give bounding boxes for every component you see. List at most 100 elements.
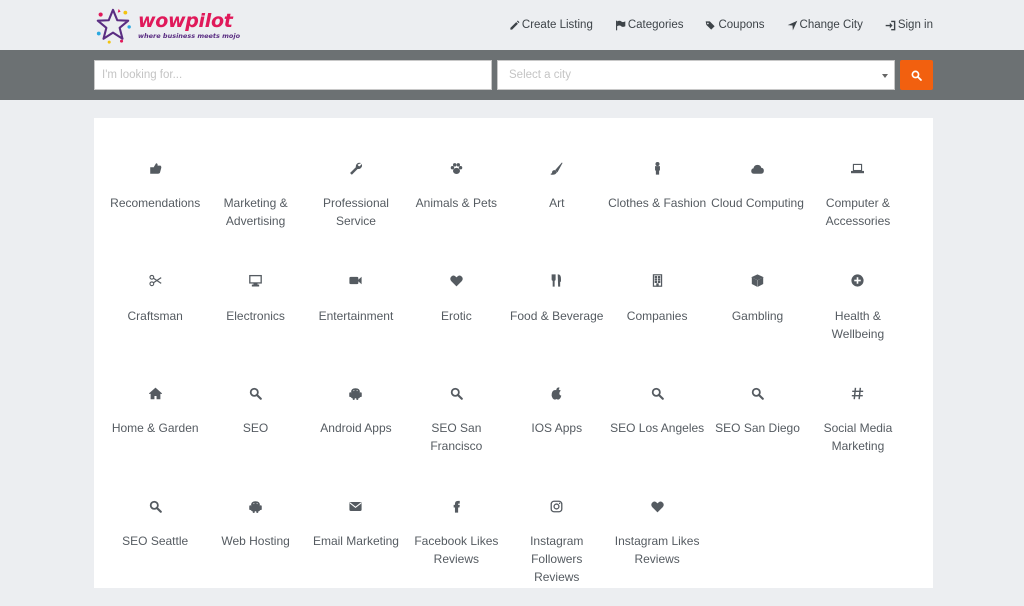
category-icon-wrap	[850, 273, 866, 289]
flag-icon	[615, 20, 626, 30]
top-bar: wowpilot where business meets mojo Creat…	[0, 0, 1024, 50]
nav-sign-in[interactable]: Sign in	[885, 19, 933, 31]
category-item[interactable]: Craftsman	[105, 268, 205, 381]
category-icon-wrap	[850, 160, 866, 176]
category-item[interactable]: SEO Los Angeles	[607, 380, 707, 493]
category-label: Social Media Marketing	[823, 421, 893, 454]
logo[interactable]: wowpilot where business meets mojo	[94, 6, 240, 44]
category-label: SEO San Francisco	[430, 421, 483, 454]
category-item[interactable]: Computer & Accessories	[808, 155, 908, 268]
search-icon	[149, 500, 162, 513]
category-label: Marketing & Advertising	[223, 196, 288, 228]
category-icon-wrap	[649, 273, 665, 289]
category-icon-wrap	[750, 273, 766, 289]
category-item[interactable]: Cloud Computing	[707, 155, 807, 268]
categories-grid: Recomendations Marketing & Advertising Pro…	[105, 155, 908, 606]
location-arrow-icon	[787, 20, 797, 30]
category-icon-wrap	[649, 385, 665, 401]
search-icon	[249, 387, 262, 400]
category-item[interactable]: Facebook Likes Reviews	[406, 493, 506, 606]
nav-label: Create Listing	[521, 19, 593, 31]
category-icon-wrap	[448, 160, 464, 176]
category-item[interactable]: Home & Garden	[105, 380, 205, 493]
category-label: Erotic	[441, 308, 472, 323]
category-item[interactable]: Animals & Pets	[406, 155, 506, 268]
search-input[interactable]	[94, 60, 492, 90]
category-item[interactable]: Android Apps	[306, 380, 406, 493]
category-item[interactable]: SEO San Diego	[707, 380, 807, 493]
nav-coupons[interactable]: Coupons	[705, 19, 765, 31]
category-label: Android Apps	[320, 421, 392, 436]
city-select[interactable]: Select a city	[497, 60, 895, 90]
video-camera-icon	[349, 276, 363, 285]
category-item[interactable]: Companies	[607, 268, 707, 381]
category-label: Email Marketing	[312, 534, 399, 549]
category-item[interactable]: Health & Wellbeing	[808, 268, 908, 381]
category-label: Professional Service	[322, 196, 389, 228]
scissors-icon	[149, 275, 162, 287]
category-icon-wrap	[348, 273, 364, 289]
search-icon	[911, 70, 922, 81]
category-icon-wrap	[348, 160, 364, 176]
category-item[interactable]: Recomendations	[105, 155, 205, 268]
pencil-icon	[510, 20, 520, 30]
category-icon-wrap	[448, 385, 464, 401]
nav-change-city[interactable]: Change City	[787, 19, 863, 31]
category-icon-wrap	[348, 498, 364, 514]
category-item[interactable]: Instagram Likes Reviews	[607, 493, 707, 606]
category-icon-wrap	[248, 498, 264, 514]
category-label: IOS Apps	[531, 421, 583, 436]
category-icon-wrap	[348, 385, 364, 401]
cube-icon	[751, 274, 764, 288]
category-label: Food & Beverage	[510, 308, 604, 323]
category-icon-wrap	[649, 498, 665, 514]
nav-label: Sign in	[897, 19, 933, 31]
nav-categories[interactable]: Categories	[615, 19, 683, 31]
category-item[interactable]: Entertainment	[306, 268, 406, 381]
category-item[interactable]: Gambling	[707, 268, 807, 381]
search-bar: Select a city	[0, 50, 1024, 100]
categories-panel: Recomendations Marketing & Advertising Pro…	[94, 118, 933, 588]
category-item[interactable]: Email Marketing	[306, 493, 406, 606]
category-label: Web Hosting	[221, 534, 290, 549]
category-item[interactable]: Clothes & Fashion	[607, 155, 707, 268]
category-label: Craftsman	[127, 308, 183, 323]
category-item[interactable]: Electronics	[205, 268, 305, 381]
search-button[interactable]	[900, 60, 933, 90]
nav-label: Change City	[799, 19, 863, 31]
category-item[interactable]: Food & Beverage	[507, 268, 607, 381]
category-label: Animals & Pets	[415, 196, 498, 210]
nav-create-listing[interactable]: Create Listing	[509, 19, 593, 31]
paw-icon	[450, 162, 463, 174]
category-icon-wrap	[549, 498, 565, 514]
wrench-icon	[350, 162, 363, 175]
category-item[interactable]: SEO Seattle	[105, 493, 205, 606]
category-item[interactable]: Erotic	[406, 268, 506, 381]
cutlery-icon	[551, 274, 562, 287]
brand-tagline: where business meets mojo	[138, 31, 241, 40]
home-icon	[148, 387, 162, 400]
category-item[interactable]: IOS Apps	[507, 380, 607, 493]
category-item[interactable]: Art	[507, 155, 607, 268]
category-item[interactable]: Marketing & Advertising	[205, 155, 305, 268]
category-item[interactable]: SEO	[205, 380, 305, 493]
heart-icon	[650, 501, 664, 512]
category-icon-wrap	[147, 498, 163, 514]
plus-circle-icon	[851, 274, 865, 287]
category-item[interactable]: Professional Service	[306, 155, 406, 268]
category-item[interactable]: Web Hosting	[205, 493, 305, 606]
category-item[interactable]: SEO San Francisco	[406, 380, 506, 493]
facebook-icon	[453, 500, 460, 513]
category-item[interactable]: Instagram Followers Reviews	[507, 493, 607, 606]
category-icon-wrap	[750, 385, 766, 401]
category-label: Entertainment	[318, 308, 394, 323]
search-icon	[450, 387, 463, 400]
category-item[interactable]: Social Media Marketing	[808, 380, 908, 493]
category-label: Facebook Likes Reviews	[414, 534, 499, 567]
category-icon-wrap	[549, 273, 565, 289]
category-icon-wrap	[248, 385, 264, 401]
search-icon	[751, 387, 764, 400]
hashtag-icon	[852, 387, 864, 400]
paintbrush-icon	[550, 162, 563, 175]
category-label: Recomendations	[110, 196, 201, 210]
